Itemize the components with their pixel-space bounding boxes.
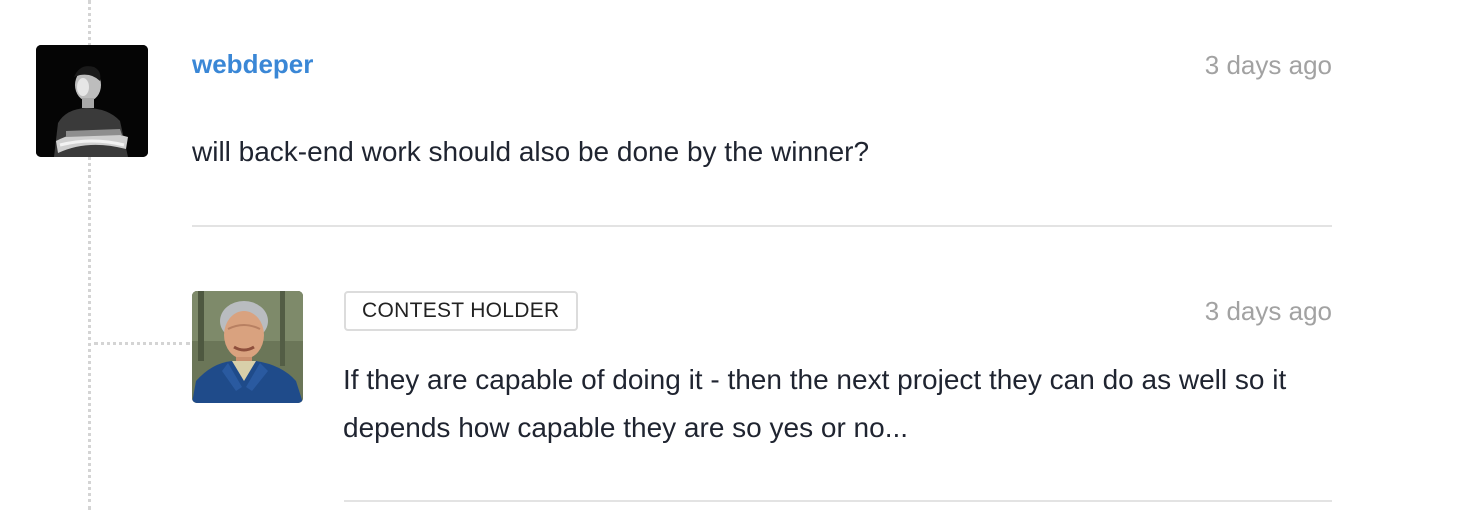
- avatar-contest-holder[interactable]: [192, 291, 303, 403]
- comment-thread: webdeper 3 days ago will back-end work s…: [0, 0, 1462, 510]
- avatar-webdeper[interactable]: [36, 45, 148, 157]
- contest-holder-badge: CONTEST HOLDER: [344, 291, 578, 331]
- reply-connector-line: [94, 342, 190, 345]
- comment-text: will back-end work should also be done b…: [192, 136, 870, 167]
- user-avatar-icon: [192, 291, 303, 403]
- comment-timestamp: 3 days ago: [1204, 50, 1332, 80]
- comment-divider: [192, 225, 1332, 227]
- reply-text: If they are capable of doing it - then t…: [343, 364, 1287, 443]
- reply-timestamp: 3 days ago: [1204, 296, 1332, 326]
- reply-divider: [344, 500, 1332, 502]
- username-link[interactable]: webdeper: [192, 49, 313, 80]
- user-avatar-icon: [36, 45, 148, 157]
